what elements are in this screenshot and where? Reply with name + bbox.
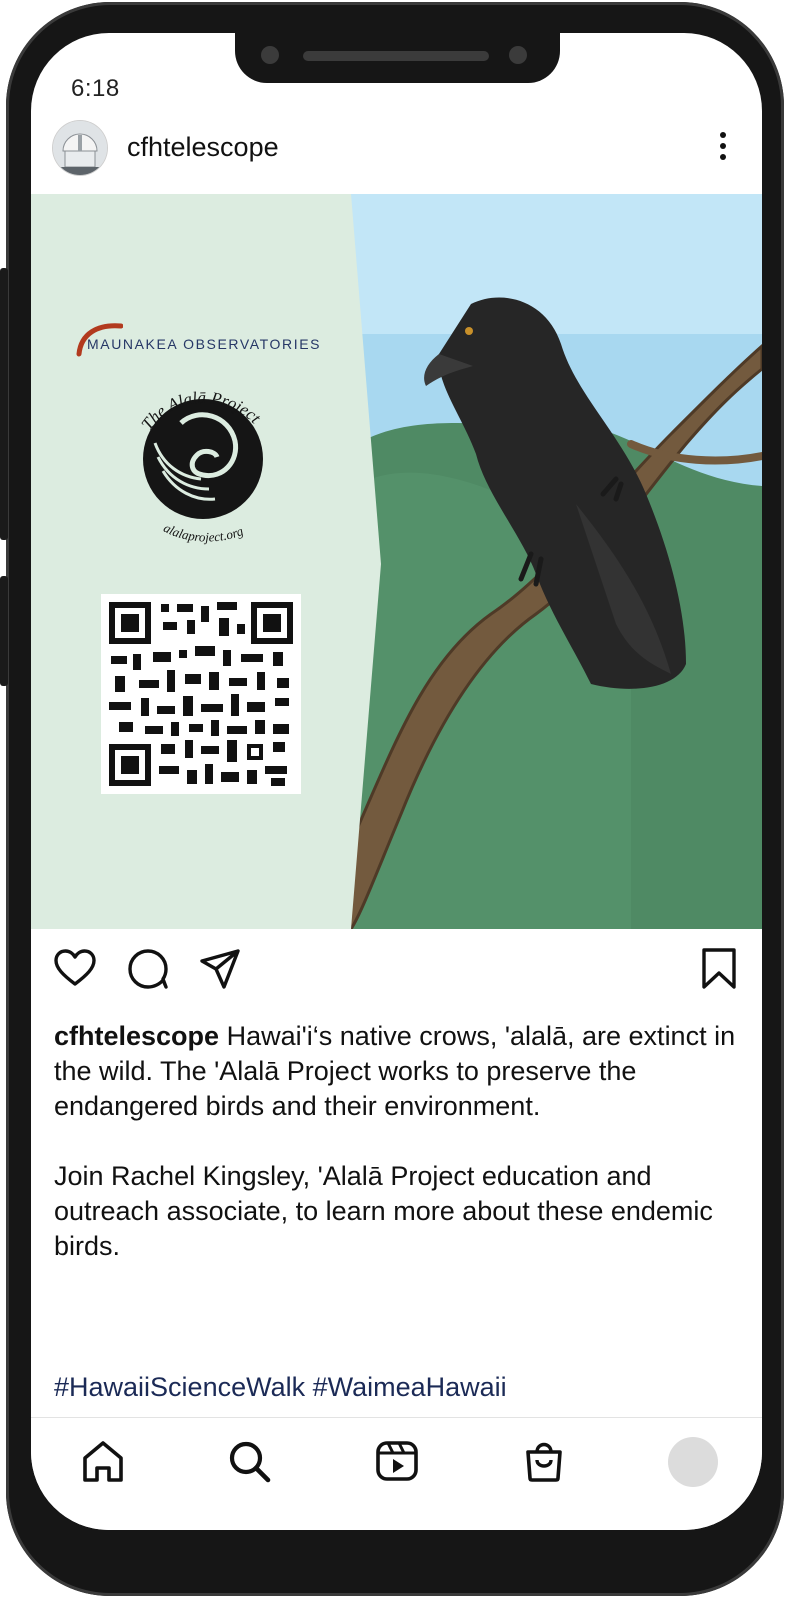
qr-code-icon: [109, 602, 293, 786]
front-camera: [261, 46, 279, 64]
org-logo-text: MAUNAKEA OBSERVATORIES: [87, 336, 322, 352]
shop-icon[interactable]: [521, 1438, 567, 1484]
post-image[interactable]: MAUNAKEA OBSERVATORIES The Alalā Project…: [31, 194, 762, 929]
bottom-navigation: [31, 1417, 762, 1530]
more-options-icon[interactable]: [711, 130, 735, 162]
phone-screen: 6:18 cfhtelescope MAUNAKEA OBSERVATORIES…: [31, 33, 762, 1530]
svg-text:The Alalā Project: The Alalā Project: [137, 388, 265, 434]
bookmark-icon[interactable]: [697, 947, 741, 991]
profile-avatar[interactable]: [668, 1437, 718, 1487]
project-logo-title: The Alalā Project: [137, 388, 265, 434]
earpiece-speaker: [303, 51, 489, 61]
post-actions: [31, 929, 762, 1009]
caption-paragraph-1: cfhtelescope Hawai'i‘s native crows, 'al…: [54, 1019, 744, 1124]
share-icon[interactable]: [198, 947, 242, 991]
post-caption: cfhtelescope Hawai'i‘s native crows, 'al…: [54, 1019, 744, 1264]
reels-icon[interactable]: [374, 1438, 420, 1484]
comment-icon[interactable]: [126, 947, 170, 991]
account-avatar[interactable]: [53, 121, 107, 175]
caption-username[interactable]: cfhtelescope: [54, 1021, 219, 1051]
heart-icon[interactable]: [53, 947, 97, 991]
info-panel: [31, 194, 381, 929]
project-logo-title-text: The Alalā Project: [137, 388, 265, 434]
account-username[interactable]: cfhtelescope: [127, 132, 279, 163]
front-sensor: [509, 46, 527, 64]
project-logo-url-text: alalaproject.org: [161, 520, 245, 545]
crow-eye: [465, 327, 473, 335]
post-header: cfhtelescope: [31, 118, 762, 194]
side-button-upper: [0, 268, 8, 540]
observatory-avatar-icon: [53, 121, 107, 175]
project-logo-url: alalaproject.org: [161, 520, 245, 545]
caption-hashtags[interactable]: #HawaiiScienceWalk #WaimeaHawaii: [54, 1372, 507, 1403]
maunakea-observatories-logo: MAUNAKEA OBSERVATORIES: [73, 316, 333, 360]
search-icon[interactable]: [226, 1438, 272, 1484]
post-artwork: [31, 194, 762, 929]
home-icon[interactable]: [80, 1438, 126, 1484]
phone-notch: [235, 33, 560, 83]
svg-text:alalaproject.org: alalaproject.org: [161, 520, 245, 545]
qr-code[interactable]: [101, 594, 301, 794]
side-button-lower: [0, 576, 8, 686]
caption-text-2: Join Rachel Kingsley, 'Alalā Project edu…: [54, 1161, 713, 1261]
status-time: 6:18: [71, 75, 120, 102]
